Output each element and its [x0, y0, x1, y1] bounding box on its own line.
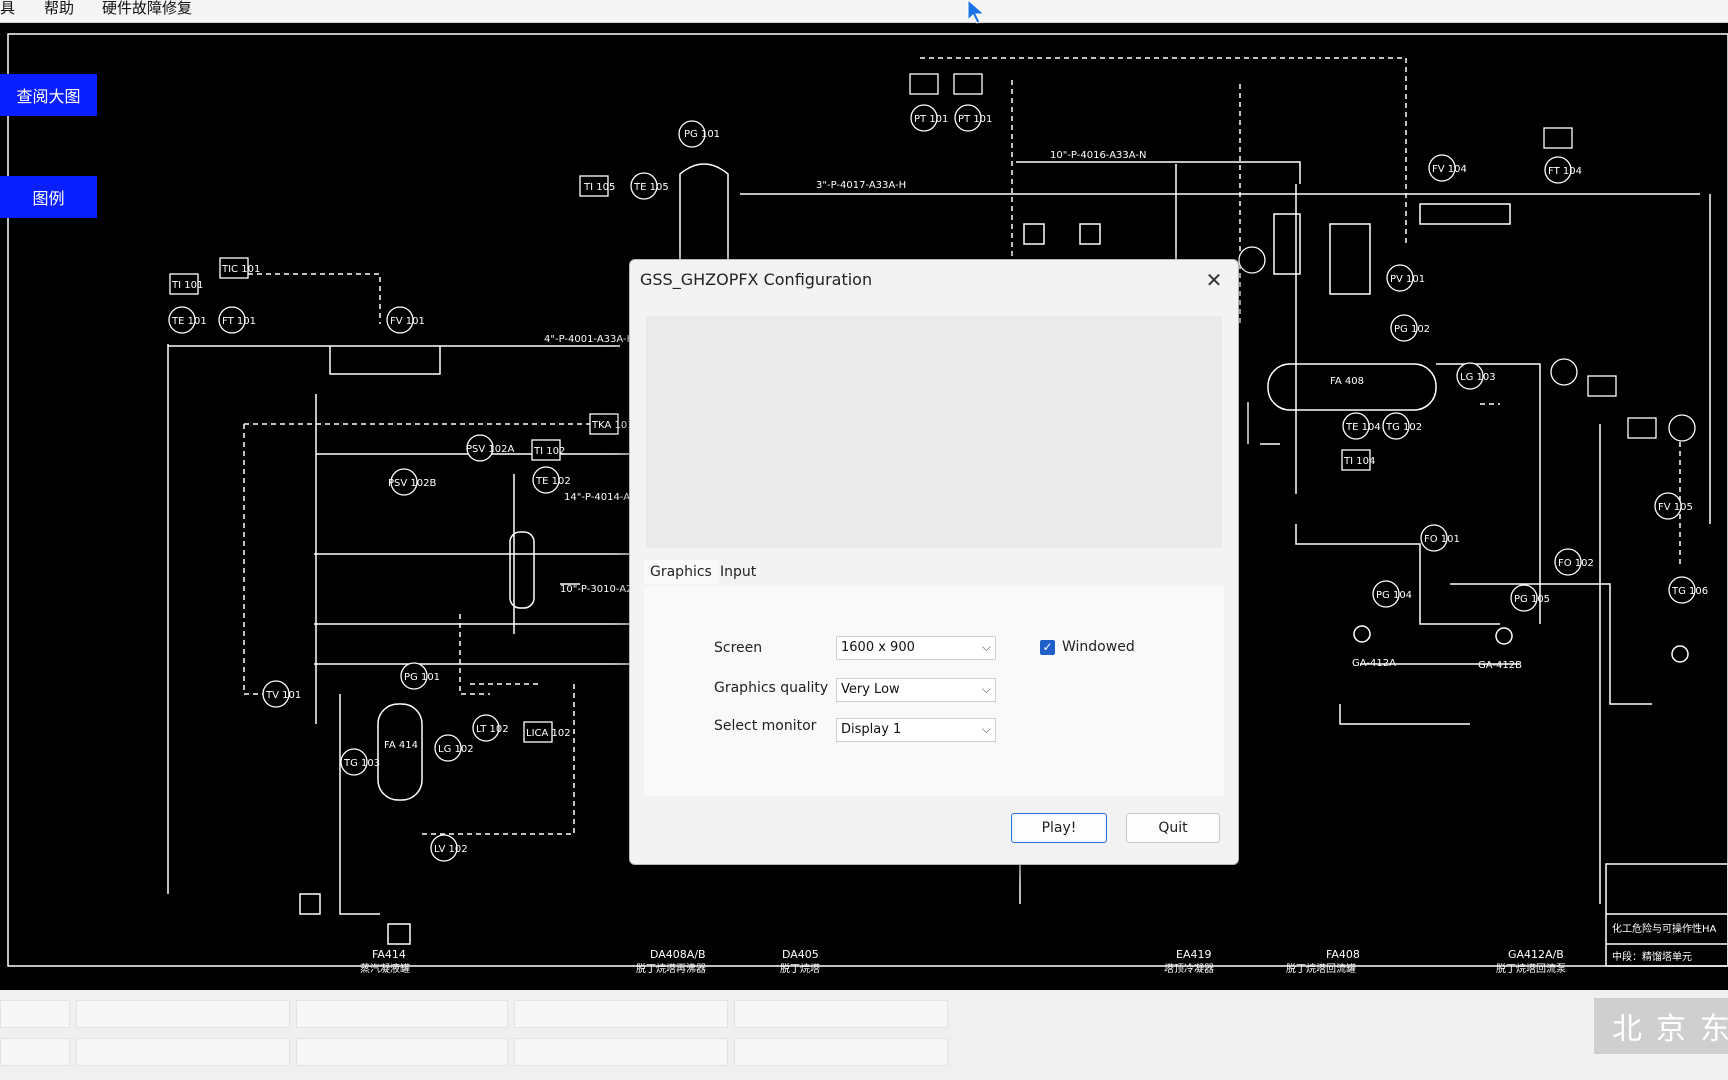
tag-lica102: LICA 102 [526, 728, 571, 739]
tag-tg102: TG 102 [1385, 422, 1422, 433]
tag-tv101: TV 101 [265, 690, 301, 701]
equip-ea419-code: EA419 [1176, 948, 1211, 961]
windowed-label: Windowed [1062, 639, 1135, 655]
status-cell [0, 1038, 70, 1066]
tag-tg103: TG 103 [343, 758, 380, 769]
menu-bar: 具 帮助 硬件故障修复 [0, 0, 1728, 23]
graphics-quality-value: Very Low [841, 682, 900, 697]
menu-item-tools[interactable]: 具 [0, 0, 15, 16]
status-cell [514, 1000, 728, 1028]
view-large-diagram-button[interactable]: 查阅大图 [0, 74, 97, 116]
tag-ti104: TI 104 [1343, 456, 1375, 467]
tag-lt102: LT 102 [476, 724, 509, 735]
graphics-quality-select[interactable]: Very Low ⌵ [836, 678, 996, 702]
tag-fv104: FV 104 [1432, 164, 1467, 175]
tag-te105: TE 105 [633, 182, 669, 193]
tag-pg101b: PG 101 [404, 672, 440, 683]
tag-te101: TE 101 [171, 316, 207, 327]
tag-psv102b: PSV 102B [388, 478, 436, 489]
title-block-line1: 化工危险与可操作性HA [1612, 922, 1717, 935]
dialog-banner [646, 316, 1222, 548]
equip-da405-name: 脱丁烷塔 [780, 962, 820, 975]
tag-ft104: FT 104 [1548, 166, 1582, 177]
tag-pv101: PV 101 [1390, 274, 1425, 285]
graphics-panel: Screen 1600 x 900 ⌵ ✓ Windowed Graphics … [644, 586, 1224, 796]
equip-da408-code: DA408A/B [650, 948, 706, 961]
tag-fa408: FA 408 [1330, 376, 1364, 387]
windowed-checkbox[interactable]: ✓ [1040, 640, 1055, 655]
equip-da408-name: 脱丁烷塔再沸器 [636, 962, 706, 975]
configuration-dialog: GSS_GHZOPFX Configuration ✕ Graphics Inp… [629, 259, 1239, 865]
monitor-select[interactable]: Display 1 ⌵ [836, 718, 996, 742]
tag-pg104: PG 104 [1376, 590, 1412, 601]
tag-ti102: TI 102 [533, 446, 565, 457]
pump-ga412b: GA-412B [1478, 660, 1522, 671]
status-cell [296, 1000, 508, 1028]
status-cell [514, 1038, 728, 1066]
tab-graphics[interactable]: Graphics [644, 560, 718, 584]
equip-fa408-name: 脱丁烷塔回流罐 [1286, 962, 1356, 975]
menu-item-help[interactable]: 帮助 [44, 0, 74, 16]
tag-ti101: TI 101 [171, 280, 203, 291]
screen-label: Screen [714, 640, 763, 656]
tab-input[interactable]: Input [714, 560, 762, 584]
equip-ea419-name: 塔顶冷凝器 [1164, 962, 1214, 975]
close-icon[interactable]: ✕ [1202, 268, 1226, 292]
quit-button[interactable]: Quit [1126, 813, 1220, 843]
tag-lv102: LV 102 [434, 844, 468, 855]
tag-lg102: LG 102 [438, 744, 474, 755]
pump-ga412a: GA-412A [1352, 658, 1396, 669]
tag-fv105: FV 105 [1658, 502, 1693, 513]
pipe-label-2: 3"-P-4017-A33A-H [816, 180, 906, 191]
tag-ti105: TI 105 [583, 182, 615, 193]
tag-tic101: TIC 101 [221, 264, 260, 275]
chevron-down-icon: ⌵ [981, 640, 991, 654]
play-button[interactable]: Play! [1011, 813, 1107, 843]
select-monitor-label: Select monitor [714, 718, 817, 734]
equip-fa414-name: 蒸汽凝液罐 [360, 962, 410, 975]
tag-te102: TE 102 [535, 476, 571, 487]
status-cell [0, 1000, 70, 1028]
graphics-quality-label: Graphics quality [714, 680, 829, 696]
screen-select[interactable]: 1600 x 900 ⌵ [836, 636, 996, 660]
equip-ga412-code: GA412A/B [1508, 948, 1564, 961]
status-cell [76, 1000, 290, 1028]
screen-value: 1600 x 900 [841, 640, 915, 655]
tag-fv101: FV 101 [390, 316, 425, 327]
status-cell [734, 1038, 948, 1066]
tag-pt101a: PT 101 [914, 114, 948, 125]
dialog-title: GSS_GHZOPFX Configuration [640, 270, 873, 289]
chevron-down-icon: ⌵ [981, 722, 991, 736]
tag-pt101b: PT 101 [958, 114, 992, 125]
legend-button[interactable]: 图例 [0, 176, 97, 218]
watermark-logo: 北京东 [1594, 998, 1728, 1054]
tag-lg103: LG 103 [1460, 372, 1496, 383]
pipe-label-1: 4"-P-4001-A33A-H [544, 334, 634, 345]
pipe-label-3: 10"-P-4016-A33A-N [1050, 150, 1146, 161]
tag-fa414: FA 414 [384, 740, 418, 751]
status-bar [0, 990, 1728, 1080]
equip-ga412-name: 脱丁烷塔回流泵 [1496, 962, 1566, 975]
tag-pg101: PG 101 [684, 129, 720, 140]
tag-ft101: FT 101 [222, 316, 256, 327]
tag-tg106: TG 106 [1671, 586, 1708, 597]
status-cell [734, 1000, 948, 1028]
title-block-line2: 中段：精馏塔单元 [1612, 950, 1692, 963]
monitor-value: Display 1 [841, 722, 902, 737]
status-cell [76, 1038, 290, 1066]
tag-pg105: PG 105 [1514, 594, 1550, 605]
tag-fo101: FO 101 [1424, 534, 1460, 545]
tag-psv102a: PSV 102A [466, 444, 514, 455]
equip-fa408-code: FA408 [1326, 948, 1360, 961]
status-cell [296, 1038, 508, 1066]
equip-fa414-code: FA414 [372, 948, 406, 961]
tag-te104: TE 104 [1345, 422, 1381, 433]
equip-da405-code: DA405 [782, 948, 819, 961]
mouse-cursor-icon [967, 0, 986, 24]
tag-pg102: PG 102 [1394, 324, 1430, 335]
menu-item-hardware-repair[interactable]: 硬件故障修复 [102, 0, 192, 16]
chevron-down-icon: ⌵ [981, 682, 991, 696]
tag-tka101: TKA 101 [591, 420, 634, 431]
tag-fo102: FO 102 [1558, 558, 1594, 569]
